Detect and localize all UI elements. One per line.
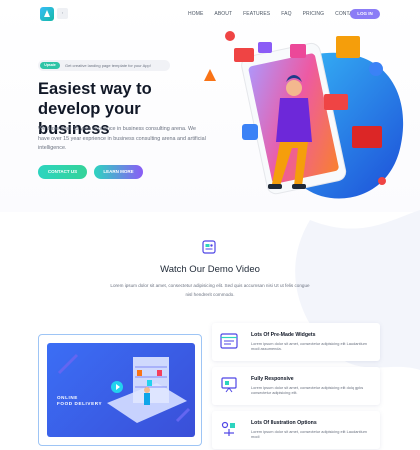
- promo-pill: Upsale: [40, 62, 60, 69]
- feature-card-illustrations[interactable]: Lots Of Ilustration Options Lorem ipsum …: [212, 411, 380, 449]
- demo-description: Lorem ipsum dolor sit amet, consectetur …: [110, 283, 310, 297]
- feature-text: Lorem ipsum dolor sit amet, consectetur …: [251, 385, 364, 395]
- video-caption-line2: FOOD DELIVERY: [57, 401, 103, 406]
- feature-text: Lorem ipsum dolor sit amet, consectetur …: [251, 429, 367, 439]
- illustration-options-icon: [221, 421, 235, 436]
- feature-title: Lots Of Ilustration Options: [251, 420, 317, 426]
- feature-text: Lorem ipsum dolor sit amet, consectetur …: [251, 341, 367, 351]
- feature-card-widgets[interactable]: Lots Of Pre-Made Widgets Lorem ipsum dol…: [212, 323, 380, 361]
- nav-pricing[interactable]: PRICING: [303, 11, 325, 17]
- logo-badge: ▪: [57, 8, 68, 19]
- presentation-icon: [221, 377, 237, 393]
- play-button[interactable]: [111, 381, 123, 393]
- logo-icon[interactable]: [40, 7, 54, 21]
- demo-title: Watch Our Demo Video: [160, 264, 260, 275]
- feature-card-responsive[interactable]: Fully Responsive Lorem ipsum dolor sit a…: [212, 367, 380, 405]
- feature-title: Lots Of Pre-Made Widgets: [251, 332, 316, 338]
- contact-us-button[interactable]: CONTACT US: [38, 165, 87, 179]
- feature-title: Fully Responsive: [251, 376, 294, 382]
- learn-more-button[interactable]: LEARN MORE: [94, 165, 143, 179]
- promo-text: Get creative landing page template for y…: [65, 63, 151, 68]
- nav-home[interactable]: HOME: [188, 11, 203, 17]
- promo-badge[interactable]: Upsale Get creative landing page templat…: [38, 60, 170, 71]
- nav-faq[interactable]: FAQ: [281, 11, 291, 17]
- login-button[interactable]: LOG IN: [350, 9, 380, 19]
- browser-window-icon: [220, 333, 238, 349]
- video-icon: [202, 240, 216, 254]
- nav-menu: HOME ABOUT FEATURES FAQ PRICING CONTACT: [188, 11, 360, 17]
- nav-features[interactable]: FEATURES: [243, 11, 270, 17]
- hero-description: We have over 15 year exprience in busine…: [38, 126, 206, 151]
- demo-video-thumbnail[interactable]: ONLINE FOOD DELIVERY: [47, 343, 195, 437]
- nav-about[interactable]: ABOUT: [214, 11, 232, 17]
- video-caption: ONLINE FOOD DELIVERY: [57, 395, 102, 407]
- hero-illustration: [204, 31, 404, 199]
